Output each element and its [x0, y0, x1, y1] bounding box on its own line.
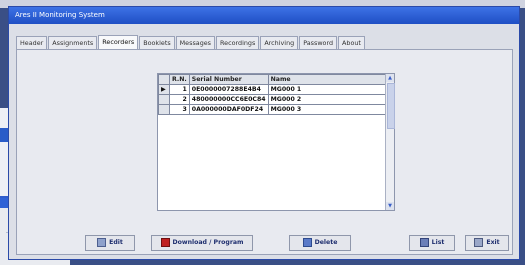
grid-header-row: R.N. Serial Number Name: [158, 74, 386, 85]
delete-button-label: Delete: [314, 239, 338, 246]
edit-button[interactable]: Edit: [85, 235, 135, 251]
cell-rn: 2: [169, 94, 190, 105]
download-button-label: Download / Program: [172, 239, 244, 246]
window-title: Ares II Monitoring System: [9, 7, 519, 24]
table-row[interactable]: 2 480000000CC6E0C84 MG000 2: [158, 94, 386, 105]
edit-button-label: Edit: [109, 239, 123, 246]
recorders-grid[interactable]: R.N. Serial Number Name ▶ 1 0E0000007288…: [157, 73, 395, 211]
delete-button[interactable]: Delete: [289, 235, 351, 251]
scroll-thumb[interactable]: [387, 83, 395, 129]
table-row[interactable]: 3 0A000000DAF0DF24 MG000 3: [158, 104, 386, 115]
cell-name: MG000 1: [267, 84, 386, 95]
tab-assignments[interactable]: Assignments: [48, 36, 98, 49]
row-indicator: [158, 94, 170, 105]
download-program-button[interactable]: Download / Program: [151, 235, 253, 251]
row-indicator: [158, 104, 170, 115]
tab-about[interactable]: About: [338, 36, 365, 49]
cell-serial: 0E0000007288E4B4: [188, 84, 269, 95]
grid-scrollbar[interactable]: ▲ ▼: [385, 74, 395, 210]
column-header-name[interactable]: Name: [267, 74, 386, 85]
tab-archiving[interactable]: Archiving: [260, 36, 299, 49]
recorders-panel: R.N. Serial Number Name ▶ 1 0E0000007288…: [16, 49, 513, 255]
exit-icon: [474, 237, 484, 247]
delete-icon: [302, 237, 312, 247]
tab-recorders[interactable]: Recorders: [98, 35, 139, 49]
tab-booklets[interactable]: Booklets: [139, 36, 175, 49]
exit-button-label: Exit: [486, 239, 500, 246]
cell-serial: 0A000000DAF0DF24: [188, 104, 269, 115]
row-indicator-header: [158, 74, 170, 85]
main-window: Ares II Monitoring System Header Assignm…: [8, 6, 520, 260]
download-icon: [160, 237, 170, 247]
tab-header[interactable]: Header: [16, 36, 48, 49]
cell-rn: 1: [169, 84, 190, 95]
cell-serial: 480000000CC6E0C84: [188, 94, 269, 105]
current-row-indicator-icon: ▶: [158, 84, 170, 95]
column-header-serial[interactable]: Serial Number: [188, 74, 269, 85]
tab-strip: Header Assignments Recorders Booklets Me…: [16, 35, 366, 49]
scroll-down-icon[interactable]: ▼: [386, 202, 394, 210]
cell-rn: 3: [169, 104, 190, 115]
table-row[interactable]: ▶ 1 0E0000007288E4B4 MG000 1: [158, 84, 386, 95]
cell-name: MG000 3: [267, 104, 386, 115]
scroll-up-icon[interactable]: ▲: [386, 74, 394, 82]
tab-password[interactable]: Password: [299, 36, 338, 49]
list-button[interactable]: List: [409, 235, 455, 251]
cell-name: MG000 2: [267, 94, 386, 105]
tab-messages[interactable]: Messages: [175, 36, 216, 49]
list-icon: [419, 237, 429, 247]
edit-icon: [97, 237, 107, 247]
column-header-rn[interactable]: R.N.: [169, 74, 190, 85]
list-button-label: List: [431, 239, 445, 246]
tab-recordings[interactable]: Recordings: [216, 36, 260, 49]
exit-button[interactable]: Exit: [465, 235, 509, 251]
